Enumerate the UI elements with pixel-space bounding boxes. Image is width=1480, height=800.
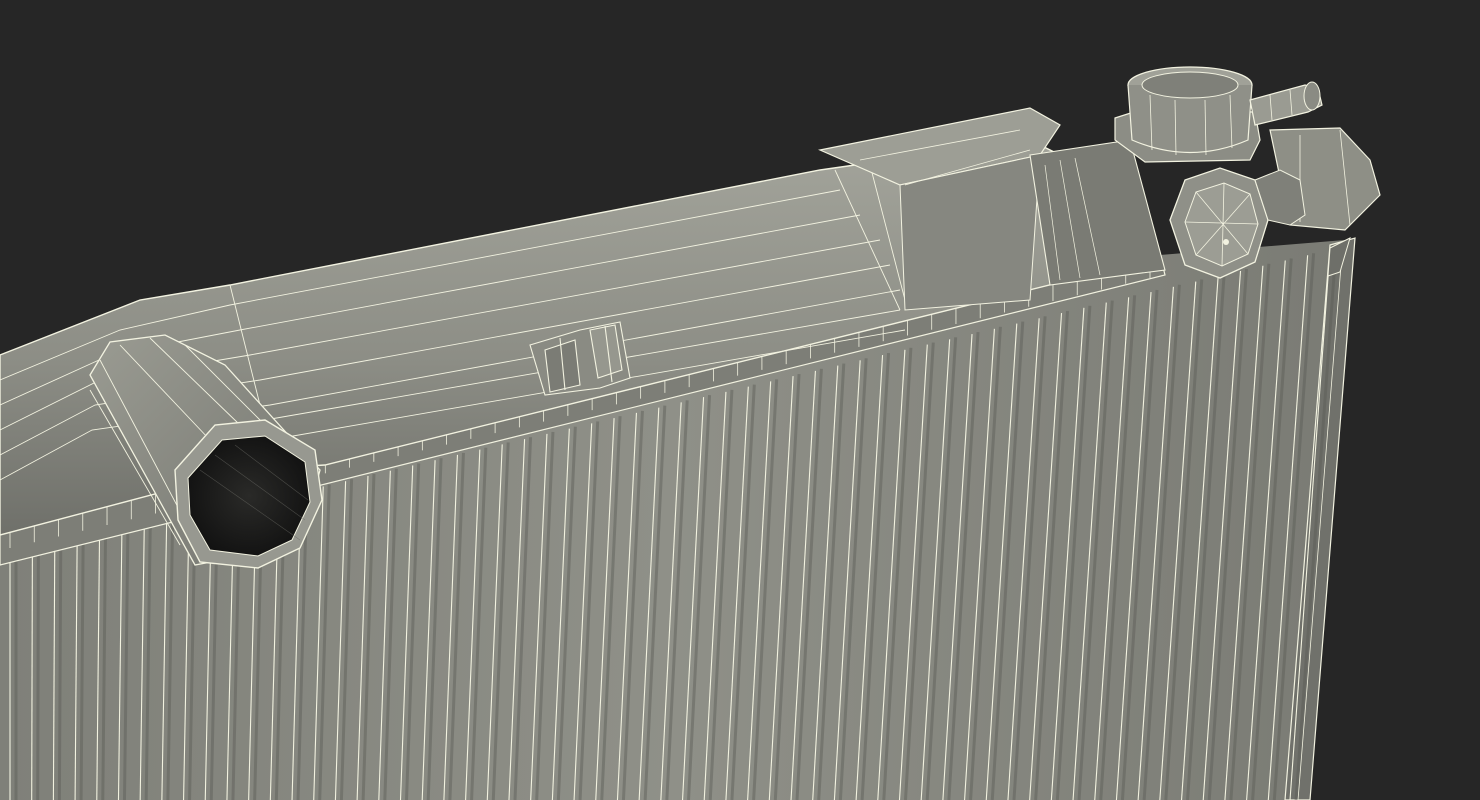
fin-shadow — [57, 547, 63, 800]
fin-line — [31, 554, 33, 800]
fin-shadow — [36, 552, 40, 800]
radiator-render — [0, 66, 1381, 800]
fin-shadow — [79, 542, 85, 800]
render-viewport — [0, 0, 1480, 800]
filler-neck — [1114, 66, 1261, 163]
overflow-nozzle — [1249, 81, 1323, 126]
